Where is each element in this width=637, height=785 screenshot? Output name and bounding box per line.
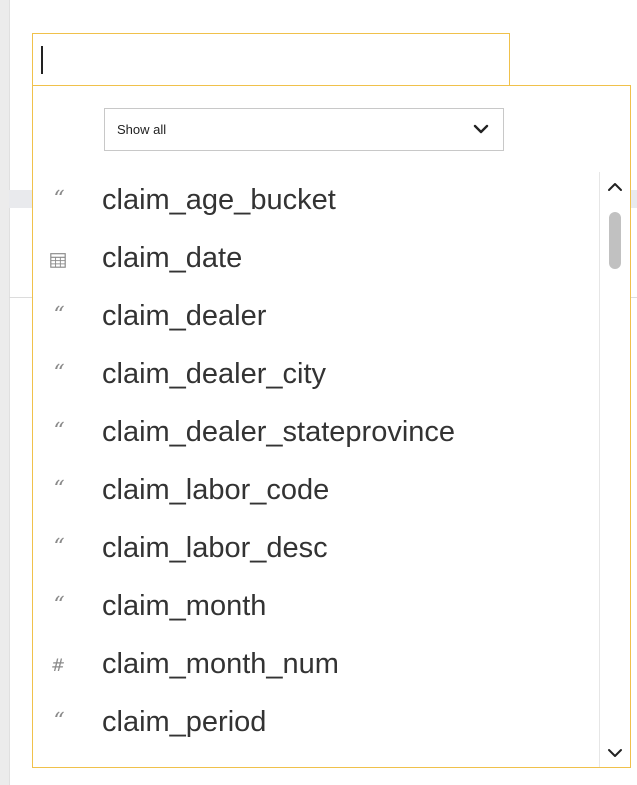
scroll-down-arrow-icon[interactable] [604,742,626,764]
field-list-item[interactable]: “ claim_month [33,578,598,636]
text-icon: “ [53,419,64,444]
field-list-item[interactable]: “ claim_dealer [33,288,598,346]
chevron-down-icon [473,124,489,134]
text-icon: “ [53,709,64,734]
field-dropdown-panel: Show all “ claim_age_bucket claim_date “ cla… [32,85,631,768]
text-icon: “ [53,303,64,328]
field-list-item[interactable]: “ claim_dealer_city [33,346,598,404]
scroll-up-arrow-icon[interactable] [604,176,626,198]
field-name: claim_month [102,590,267,622]
text-icon: “ [53,477,64,502]
field-name: claim_labor_desc [102,532,328,564]
field-list-item[interactable]: claim_date [33,230,598,288]
text-icon: “ [53,593,64,618]
number-icon: # [50,656,66,676]
field-name: claim_period [102,706,267,738]
field-name: claim_labor_code [102,474,330,506]
text-icon: “ [53,535,64,560]
field-list-item[interactable]: # claim_month_num [33,636,598,694]
field-list-item[interactable]: “ claim_labor_code [33,462,598,520]
list-scrollbar[interactable] [599,172,630,767]
field-search-box[interactable] [32,33,510,85]
field-name: claim_dealer_city [102,358,327,390]
text-icon: “ [53,187,64,212]
text-icon: “ [53,361,64,386]
left-panel-edge [0,0,10,785]
field-search-input[interactable] [33,34,509,85]
filter-selected-value: Show all [117,122,167,137]
field-picker-screen: Show all “ claim_age_bucket claim_date “ cla… [0,0,637,785]
field-name: claim_month_num [102,648,339,680]
field-list: “ claim_age_bucket claim_date “ claim_dealer… [33,172,598,767]
field-list-item[interactable]: “ claim_period [33,694,598,752]
field-list-item[interactable]: “ claim_age_bucket [33,172,598,230]
field-name: claim_dealer [102,300,267,332]
field-type-filter-select[interactable]: Show all [104,108,504,151]
field-name: claim_age_bucket [102,184,336,216]
field-name: claim_date [102,242,243,274]
calendar-icon [47,250,69,270]
field-name: claim_dealer_stateprovince [102,416,456,448]
scrollbar-thumb[interactable] [609,212,621,269]
text-caret [41,46,43,74]
field-list-item[interactable]: “ claim_labor_desc [33,520,598,578]
field-list-item[interactable]: “ claim_dealer_stateprovince [33,404,598,462]
